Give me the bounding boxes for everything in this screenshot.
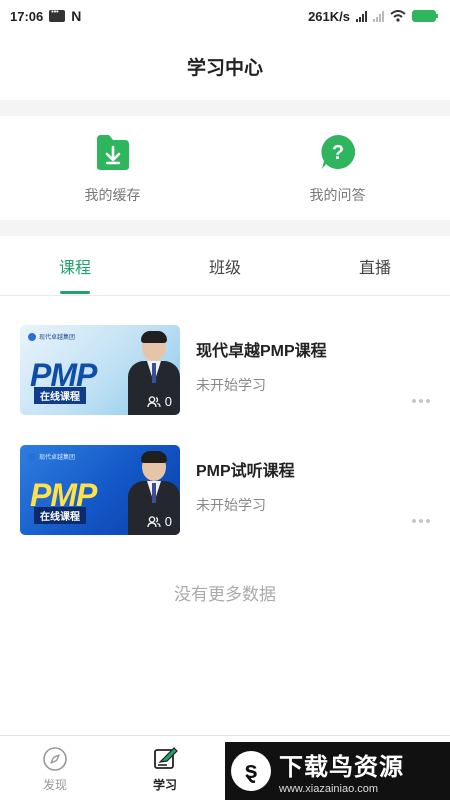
- my-cache-button[interactable]: 我的缓存: [0, 116, 225, 220]
- course-thumbnail[interactable]: 现代卓越集团 PMP 在线课程 0: [20, 445, 180, 535]
- no-more-data-text: 没有更多数据: [174, 585, 276, 604]
- status-time: 17:06: [10, 8, 44, 24]
- question-icon: ?: [320, 134, 355, 169]
- brand-logo-icon: [28, 332, 36, 341]
- study-icon: [154, 747, 178, 769]
- message-icon: [49, 9, 66, 22]
- course-item[interactable]: 现代卓越集团 PMP 在线课程 0 现代卓越PMP课程 未开始学习: [20, 325, 440, 417]
- my-cache-label: 我的缓存: [84, 187, 141, 203]
- thumb-tag: 在线课程: [34, 507, 86, 524]
- course-info: 现代卓越PMP课程 未开始学习: [196, 325, 440, 417]
- compass-icon: [43, 747, 67, 771]
- brand-logo-icon: [28, 452, 36, 461]
- thumb-brand: 现代卓越集团: [28, 452, 75, 461]
- n-icon: N: [71, 8, 82, 24]
- course-thumbnail[interactable]: 现代卓越集团 PMP 在线课程 0: [20, 325, 180, 415]
- course-item[interactable]: 现代卓越集团 PMP 在线课程 0 PMP试听课程 未开始学习: [20, 445, 440, 537]
- my-qa-label: 我的问答: [309, 187, 366, 203]
- svg-text:?: ?: [331, 142, 343, 164]
- battery-icon: [412, 10, 438, 22]
- nav-study-label: 学习: [152, 778, 177, 792]
- nav-study[interactable]: 学习: [110, 736, 220, 800]
- watermark-name: 下载鸟资源: [279, 754, 404, 781]
- course-status: 未开始学习: [196, 497, 266, 513]
- page-header: 学习中心: [0, 32, 450, 100]
- page-title: 学习中心: [186, 57, 263, 79]
- quick-actions: 我的缓存 ? 我的问答: [0, 116, 450, 220]
- thumb-tag: 在线课程: [34, 387, 86, 404]
- download-folder-icon: [96, 135, 129, 170]
- people-icon: [147, 515, 161, 527]
- tab-classes[interactable]: 班级: [150, 236, 300, 295]
- wifi-icon: [390, 10, 406, 22]
- status-bar: 17:06 N 261K/s: [0, 0, 450, 32]
- watermark-logo-icon: ȿ: [231, 751, 271, 791]
- watermark-url: www.xiazainiao.com: [279, 783, 379, 795]
- signal-2-icon: [373, 10, 384, 22]
- tab-live[interactable]: 直播: [300, 236, 450, 295]
- status-right: 261K/s: [308, 8, 438, 24]
- signal-icon: [356, 10, 367, 22]
- nav-discover[interactable]: 发现: [0, 736, 110, 800]
- learner-count: 0: [147, 394, 172, 409]
- thumb-brand: 现代卓越集团: [28, 332, 75, 341]
- network-speed: 261K/s: [308, 8, 350, 24]
- course-title[interactable]: PMP试听课程: [196, 457, 440, 481]
- course-title[interactable]: 现代卓越PMP课程: [196, 337, 440, 361]
- watermark-text: 下载鸟资源 www.xiazainiao.com: [279, 747, 404, 795]
- nav-discover-label: 发现: [42, 778, 67, 792]
- course-status: 未开始学习: [196, 377, 266, 393]
- tab-courses[interactable]: 课程: [0, 236, 150, 295]
- status-left: 17:06 N: [10, 8, 81, 24]
- my-qa-button[interactable]: ? 我的问答: [225, 116, 450, 220]
- more-options-icon[interactable]: [412, 519, 430, 523]
- watermark-banner: ȿ 下载鸟资源 www.xiazainiao.com: [225, 742, 450, 800]
- tab-bar: 课程 班级 直播: [0, 236, 450, 296]
- more-options-icon[interactable]: [412, 399, 430, 403]
- course-info: PMP试听课程 未开始学习: [196, 445, 440, 537]
- people-icon: [147, 395, 161, 407]
- learner-count: 0: [147, 514, 172, 529]
